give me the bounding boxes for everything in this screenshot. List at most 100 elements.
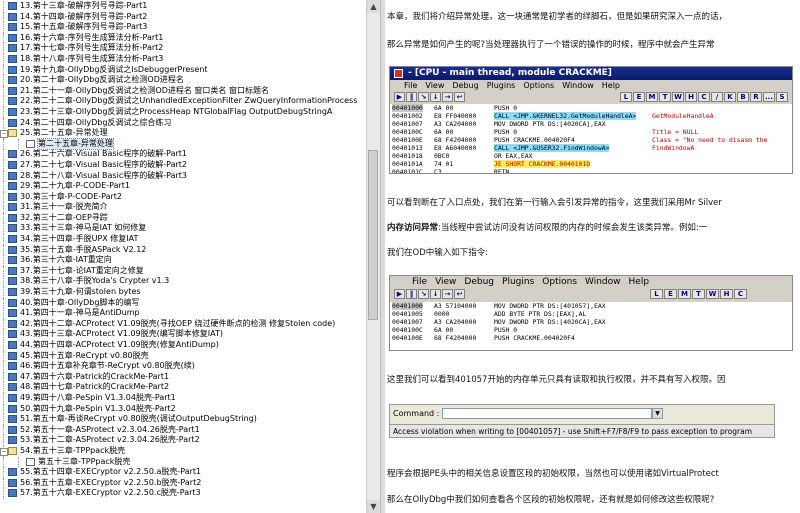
toc-item[interactable]: 57.第五十六章-EXECryptor v2.2.50.c脱壳-Part3 — [0, 488, 366, 499]
menu-view[interactable]: View — [425, 81, 444, 90]
menu-file[interactable]: File — [412, 277, 427, 287]
debug-control-button[interactable]: ▶ — [394, 92, 405, 102]
toolbar-M-button[interactable]: M — [646, 92, 658, 102]
disasm-row[interactable]: 00401002 E8 FF040000 CALL <JMP.&KERNEL32.G… — [390, 112, 792, 120]
disasm-row[interactable]: 00401007 A3 CA204000 MOV DWORD PTR DS:[402… — [390, 318, 792, 326]
disasm-row[interactable]: 0040100E 68 F4204000 PUSH CRACKME.004020F4 — [390, 334, 792, 342]
toc-item[interactable]: 14.第十四章-破解序列号寻踪-Part2 — [0, 11, 366, 23]
toc-item[interactable]: 19.第十九章-OllyDbg反调试之IsDebuggerPresent — [0, 64, 366, 76]
toc-item[interactable]: 43.第四十三章-ACProtect V1.09脱壳(编写脚本修复IAT) — [0, 329, 366, 340]
debug-control-button[interactable]: ↩ — [454, 92, 465, 102]
toc-item[interactable]: 42.第四十二章-ACProtect V1.09脱壳(寻找OEP 绕过硬件断点的… — [0, 318, 366, 330]
toolbar-C-button[interactable]: C — [698, 92, 710, 102]
disasm-row[interactable]: 00401000 A3 57104000 MOV DWORD PTR DS:[401… — [390, 302, 792, 310]
menu-file[interactable]: File — [404, 81, 417, 90]
toolbar-W-button[interactable]: W — [706, 289, 719, 299]
debug-control-button[interactable]: → — [442, 289, 453, 299]
toc-item[interactable]: 38.第三十八章-手脱Yoda's Crypter v1.3 — [0, 276, 366, 288]
toolbar-/-button[interactable]: / — [711, 92, 723, 102]
toc-item[interactable]: 56.第五十五章-EXECryptor v2.2.50.b脱壳-Part2 — [0, 477, 366, 489]
toc-item[interactable]: 35.第三十五章-手脱ASPack V2.12 — [0, 244, 366, 256]
toolbar-T-button[interactable]: T — [692, 289, 705, 299]
toolbar-E-button[interactable]: E — [633, 92, 645, 102]
menu-plugins[interactable]: Plugins — [487, 81, 516, 90]
toolbar-T-button[interactable]: T — [659, 92, 671, 102]
toc-item[interactable]: 44.第四十四章-ACProtect V1.09脱壳(修复AntiDump) — [0, 340, 366, 351]
toolbar-H-button[interactable]: H — [720, 289, 733, 299]
debug-control-button[interactable]: ↓ — [430, 92, 441, 102]
debug-control-button[interactable]: ‖ — [406, 289, 417, 299]
toc-item[interactable]: 29.第二十九章-P-CODE-Part1 — [0, 181, 366, 192]
scroll-thumb[interactable] — [368, 150, 378, 320]
menu-options[interactable]: Options — [523, 81, 554, 90]
disasm-row[interactable]: 0040101C C3 RETN — [390, 168, 792, 173]
collapse-toggle-icon[interactable]: − — [0, 129, 8, 138]
disasm-row[interactable]: 00401013 E8 A6040000 CALL <JMP.&USER32.Fin… — [390, 144, 792, 152]
toc-item[interactable]: 32.第三十二章-OEP寻踪 — [0, 212, 366, 224]
toc-item[interactable]: 33.第三十三章-神马是IAT 如何修复 — [0, 223, 366, 235]
toc-item[interactable]: 37.第三十七章-论IAT重定向之修复 — [0, 265, 366, 277]
menu-window[interactable]: Window — [585, 277, 621, 287]
disasm-row[interactable]: 00401000 6A 00 PUSH 0 — [390, 104, 792, 112]
toc-item[interactable]: 55.第五十四章-EXECryptor v2.2.50.a脱壳-Part1 — [0, 467, 366, 478]
toc-item[interactable]: 52.第五十一章-ASProtect v2.3.04.26脱壳-Part1 — [0, 424, 366, 436]
toc-item[interactable]: 48.第四十七章-Patrick的CrackMe-Part2 — [0, 382, 366, 393]
toc-item[interactable]: 26.第二十六章-Visual Basic程序的破解-Part1 — [0, 149, 366, 160]
menu-debug[interactable]: Debug — [464, 277, 494, 287]
toc-item[interactable]: 28.第二十八章-Visual Basic程序的破解-Part3 — [0, 170, 366, 182]
toolbar-W-button[interactable]: W — [672, 92, 684, 102]
toc-item[interactable]: 45.第四十五章-ReCrypt v0.80脱壳 — [0, 350, 366, 362]
toolbar-B-button[interactable]: B — [737, 92, 749, 102]
toc-item[interactable]: 24.第二十四章-OllyDbg反调试之综合练习 — [0, 117, 366, 129]
toc-item[interactable]: 46.第四十五章补充章节-ReCrypt v0.80脱壳(续) — [0, 361, 366, 372]
toc-scrollbar[interactable]: ▲ ▼ — [366, 0, 380, 513]
scroll-up-arrow-icon[interactable]: ▲ — [367, 0, 380, 13]
toolbar-L-button[interactable]: L — [650, 289, 663, 299]
toc-item[interactable]: 13.第十三章-破解序列号寻踪-Part1 — [0, 1, 366, 12]
debug-control-button[interactable]: ↘ — [418, 289, 429, 299]
menu-debug[interactable]: Debug — [452, 81, 478, 90]
toc-item[interactable]: 31.第三十一章-脱壳简介 — [0, 202, 366, 213]
menu-help[interactable]: Help — [602, 81, 620, 90]
toolbar-R-button[interactable]: R — [750, 92, 762, 102]
toc-item[interactable]: 15.第十五章-破解序列号寻踪-Part3 — [0, 22, 366, 33]
toc-item[interactable]: 22.第二十二章-OllyDbg反调试之UnhandledExceptionFi… — [0, 96, 366, 107]
disasm-row[interactable]: 00401007 A3 CA204000 MOV DWORD PTR DS:[402… — [390, 120, 792, 128]
toc-item[interactable]: 41.第四十一章-神马是AntiDump — [0, 308, 366, 319]
toc-item[interactable]: 16.第十六章-序列号生成算法分析-Part1 — [0, 32, 366, 44]
toolbar-C-button[interactable]: C — [734, 289, 747, 299]
toc-item[interactable]: 50.第四十九章-PeSpin V1.3.04脱壳-Part2 — [0, 403, 366, 415]
menu-window[interactable]: Window — [562, 81, 594, 90]
toc-item[interactable]: 49.第四十八章-PeSpin V1.3.04脱壳-Part1 — [0, 392, 366, 404]
menu-view[interactable]: View — [435, 277, 456, 287]
toolbar-M-button[interactable]: M — [678, 289, 691, 299]
toolbar-...-button[interactable]: ... — [763, 92, 775, 102]
toc-item[interactable]: 23.第二十三章-OllyDbg反调试之ProcessHeap NTGlobal… — [0, 106, 366, 118]
debug-control-button[interactable]: ▶ — [394, 289, 405, 299]
toc-item[interactable]: 18.第十八章-序列号生成算法分析-Part3 — [0, 53, 366, 65]
toc-item[interactable]: 17.第十七章-序列号生成算法分析-Part2 — [0, 43, 366, 54]
debug-control-button[interactable]: ‖ — [406, 92, 417, 102]
toc-item[interactable]: − 25.第二十五章-异常处理 — [0, 128, 366, 139]
debug-control-button[interactable]: ↘ — [418, 92, 429, 102]
toc-subitem[interactable]: 第五十三章-TPPpack脱壳 — [0, 456, 366, 468]
toc-item[interactable]: 34.第三十四章-手脱UPX 修复IAT — [0, 234, 366, 245]
command-dropdown-icon[interactable]: ▼ — [652, 408, 663, 419]
debug-control-button[interactable]: → — [442, 92, 453, 102]
toc-item[interactable]: 30.第三十章-P-CODE-Part2 — [0, 191, 366, 203]
disasm-row[interactable]: 0040101A 74 01 JE SHORT CRACKME.0040101D — [390, 160, 792, 168]
toc-item[interactable]: − 54.第五十三章-TPPpack脱壳 — [0, 445, 366, 457]
toc-subitem[interactable]: 第二十五章-异常处理 — [0, 137, 366, 151]
disasm-row[interactable]: 00401005 0000 ADD BYTE PTR DS:[EAX],AL — [390, 310, 792, 318]
toc-item[interactable]: 47.第四十六章-Patrick的CrackMe-Part1 — [0, 371, 366, 383]
disasm-row[interactable]: 0040100C 6A 00 PUSH 0 — [390, 326, 792, 334]
toolbar-S-button[interactable]: S — [776, 92, 788, 102]
toc-item[interactable]: 53.第五十二章-ASProtect v2.3.04.26脱壳-Part2 — [0, 435, 366, 446]
toc-item[interactable]: 36.第三十六章-IAT重定向 — [0, 255, 366, 266]
toolbar-H-button[interactable]: H — [685, 92, 697, 102]
toolbar-K-button[interactable]: K — [724, 92, 736, 102]
scroll-down-arrow-icon[interactable]: ▼ — [367, 500, 380, 513]
disasm-row[interactable]: 0040100C 6A 00 PUSH 0 Title = NULL — [390, 128, 792, 136]
toc-item[interactable]: 27.第二十七章-Visual Basic程序的破解-Part2 — [0, 159, 366, 171]
toc-item[interactable]: 40.第四十章-OllyDbg脚本的编写 — [0, 297, 366, 309]
